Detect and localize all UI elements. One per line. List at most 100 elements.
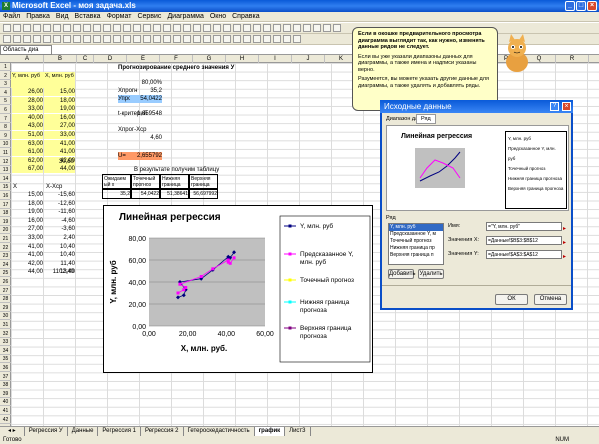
table-cell[interactable]: 40,00 [12,113,43,122]
table-cell[interactable]: 41,00 [44,139,75,148]
toolbar-button-icon[interactable] [13,24,21,32]
toolbar-button-icon[interactable] [173,24,181,32]
toolbar-button-icon[interactable] [283,24,291,32]
table-cell[interactable]: 18,00 [12,200,43,208]
y-values-field[interactable]: =Данные!$A$3:$A$12 [486,250,562,259]
toolbar-button-icon[interactable] [153,24,161,32]
toolbar-button-icon[interactable] [183,24,191,32]
result-value[interactable]: 56,697992 [189,189,218,199]
table-cell[interactable]: 10,40 [44,251,75,259]
name-box[interactable]: Область диа [0,45,52,55]
table-cell[interactable]: 19,00 [12,208,43,216]
table-cell[interactable]: 15,00 [12,191,43,199]
toolbar-button-icon[interactable] [293,35,301,43]
row-header[interactable]: 15 [0,183,11,192]
series-list-item[interactable]: Предсказанное Y, м [389,231,443,238]
row-header[interactable]: 14 [0,175,11,183]
xprog-value[interactable]: 35,2 [130,87,162,95]
row-header[interactable]: 29 [0,304,11,312]
row-header[interactable]: 22 [0,244,11,252]
row-header[interactable]: 13 [0,166,11,175]
table-cell[interactable]: -15,60 [44,191,75,199]
menu-item[interactable]: Вставка [72,12,104,22]
row-header[interactable]: 32 [0,330,11,338]
series-listbox[interactable]: Y, млн. руб Предсказанное Y, м Точечный пр… [388,223,444,265]
result-value[interactable]: 54,0422 [131,189,160,199]
toolbar-button-icon[interactable] [273,35,281,43]
result-header[interactable]: Ожидаем ый х [102,174,131,189]
toolbar-button-icon[interactable] [23,35,31,43]
column-header[interactable]: A [11,55,44,63]
toolbar-button-icon[interactable] [133,24,141,32]
table-cell[interactable]: 19,00 [44,105,75,114]
table-cell[interactable]: -3,60 [44,225,75,233]
toolbar-button-icon[interactable] [163,24,171,32]
series-list-item[interactable]: Точечный прогноз [389,238,443,245]
row-header[interactable]: 9 [0,132,11,140]
toolbar-button-icon[interactable] [43,35,51,43]
column-header[interactable]: E [127,55,160,63]
toolbar-button-icon[interactable] [33,35,41,43]
cell-b26[interactable]: 1102,40 [44,268,74,276]
result-header[interactable]: Верхняя граница [189,174,218,189]
row-header[interactable]: 26 [0,278,11,286]
table-cell[interactable]: 33,00 [12,105,43,114]
result-value[interactable]: 51,38641 [160,189,189,199]
toolbar-button-icon[interactable] [183,35,191,43]
toolbar-button-icon[interactable] [253,35,261,43]
row-header[interactable]: 27 [0,287,11,295]
office-assistant-cat-icon[interactable] [500,34,534,74]
row-header[interactable]: 30 [0,312,11,321]
table-cell[interactable]: -12,60 [44,200,75,208]
lower-header-xdiff[interactable]: X-Xср [46,183,62,191]
toolbar-button-icon[interactable] [143,35,151,43]
row-header[interactable]: 33 [0,338,11,347]
tcrit-value[interactable]: 1,859548 [130,110,162,118]
result-title[interactable]: В результате получим таблицу [134,166,219,174]
row-header[interactable]: 10 [0,140,11,149]
table-cell[interactable]: 41,00 [12,251,43,259]
toolbar-button-icon[interactable] [63,24,71,32]
sheet-tab[interactable]: Регрессия 2 [141,427,184,436]
table-cell[interactable]: 27,00 [44,122,75,131]
menu-item[interactable]: Правка [23,12,53,22]
toolbar-button-icon[interactable] [243,24,251,32]
series-list-item[interactable]: Верхняя граница п [389,252,443,259]
menu-item[interactable]: Вид [53,12,72,22]
row-header[interactable]: 34 [0,347,11,355]
toolbar-button-icon[interactable] [53,24,61,32]
toolbar-button-icon[interactable] [263,35,271,43]
column-header[interactable]: H [226,55,259,63]
menu-item[interactable]: Справка [229,12,262,22]
sheet-tab[interactable]: Данные [68,427,99,436]
row-header[interactable]: 31 [0,321,11,329]
row-header[interactable]: 5 [0,97,11,106]
ok-button[interactable]: ОК [495,294,528,305]
maximize-button[interactable]: □ [576,1,586,11]
column-header[interactable]: S [589,55,599,63]
row-header[interactable]: 39 [0,390,11,398]
toolbar-button-icon[interactable] [3,24,11,32]
toolbar-button-icon[interactable] [283,35,291,43]
table-cell[interactable]: 63,00 [12,139,43,148]
toolbar-button-icon[interactable] [63,35,71,43]
toolbar-button-icon[interactable] [123,24,131,32]
menu-item[interactable]: Диаграмма [164,12,206,22]
row-header[interactable]: 4 [0,89,11,97]
sheet-tab[interactable]: Регрессия 1 [98,427,141,436]
table-cell[interactable]: -11,60 [44,208,75,216]
series-list-item[interactable]: Нижняя граница пр [389,245,443,252]
row-header[interactable]: 7 [0,115,11,123]
result-header[interactable]: Точечный прогноз [131,174,160,189]
row-header[interactable]: 11 [0,149,11,157]
result-header[interactable]: Нижняя граница [160,174,189,189]
menu-item[interactable]: Файл [0,12,23,22]
row-header[interactable]: 35 [0,355,11,364]
row-header[interactable]: 1 [0,63,11,71]
toolbar-button-icon[interactable] [13,35,21,43]
x-values-field[interactable]: =Данные!$B$3:$B$12 [486,236,562,245]
table-cell[interactable]: 43,00 [12,122,43,131]
forecast-title[interactable]: Прогнозирование среднего значения У [118,64,234,72]
menu-item[interactable]: Сервис [134,12,164,22]
toolbar-button-icon[interactable] [333,24,341,32]
